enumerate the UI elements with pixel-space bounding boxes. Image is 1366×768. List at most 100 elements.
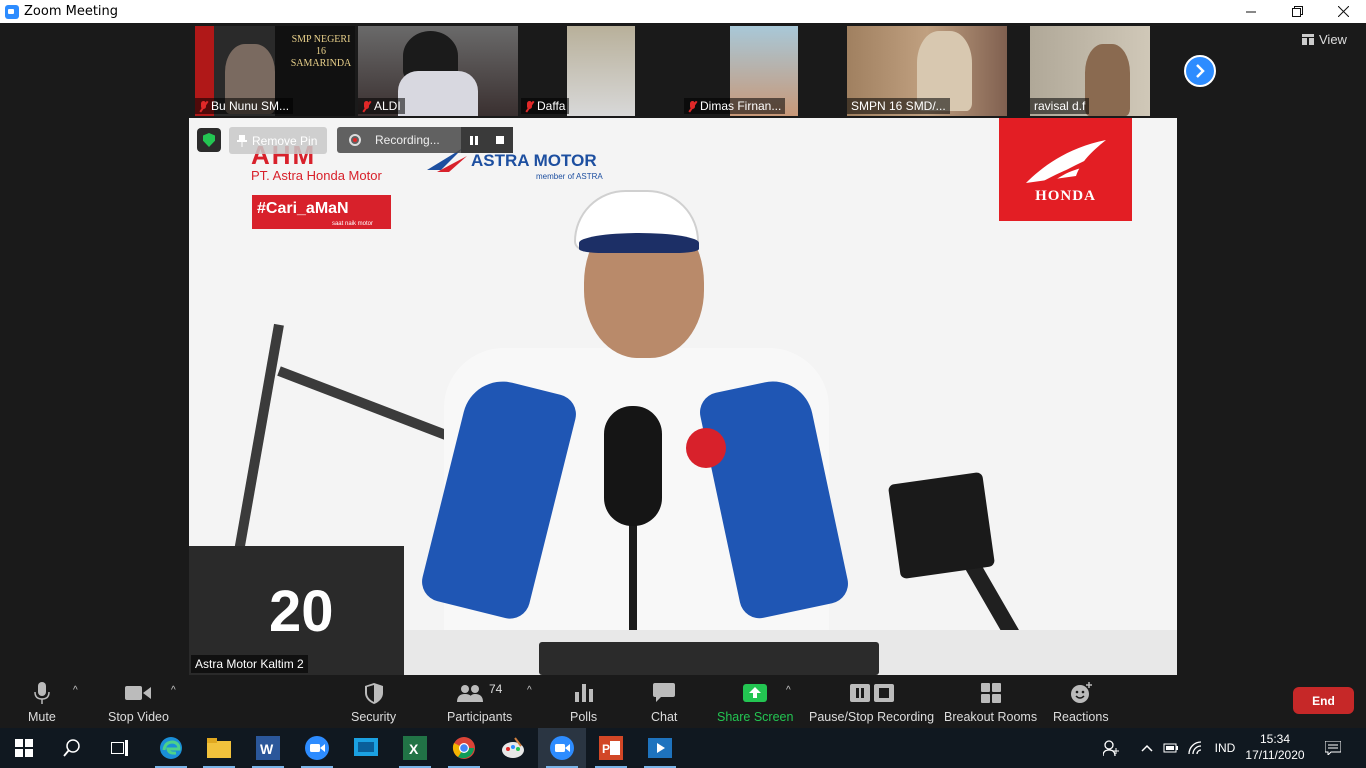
- share-options-caret[interactable]: ^: [786, 685, 791, 696]
- polls-button[interactable]: Polls: [570, 678, 597, 724]
- participant-thumbnail[interactable]: ravisal d.f: [1030, 26, 1150, 116]
- breakout-rooms-button[interactable]: Breakout Rooms: [944, 678, 1037, 724]
- stop-recording-button[interactable]: [487, 127, 513, 153]
- taskbar-file-explorer[interactable]: [195, 728, 243, 768]
- svg-text:W: W: [260, 741, 274, 757]
- participant-thumbnail[interactable]: Dimas Firnan...: [684, 26, 844, 116]
- zoom-icon: [305, 736, 329, 760]
- windows-start-icon: [15, 739, 33, 757]
- mic-stand: [629, 518, 637, 638]
- participant-thumbnail[interactable]: ALDI: [358, 26, 518, 116]
- taskbar-excel[interactable]: X: [391, 728, 439, 768]
- meeting-toolbar: Mute ^ Stop Video ^ Security 74 Particip…: [0, 675, 1366, 728]
- restore-button[interactable]: [1274, 0, 1320, 23]
- taskbar-zoom-meeting-active[interactable]: [538, 728, 586, 768]
- security-shield-icon: [364, 682, 383, 704]
- taskbar-paint[interactable]: [489, 728, 537, 768]
- stop-video-label: Stop Video: [108, 710, 169, 724]
- remote-desktop-icon: [354, 738, 378, 756]
- zoom-app-icon: [5, 4, 19, 19]
- recording-indicator: Recording...: [337, 127, 513, 153]
- taskbar-search-button[interactable]: [48, 728, 96, 768]
- participant-name-tag: SMPN 16 SMD/...: [847, 98, 950, 114]
- pin-icon: [237, 134, 247, 147]
- powerpoint-icon: P: [599, 736, 623, 760]
- cari-aman-badge: [686, 428, 726, 468]
- battery-tray-button[interactable]: [1161, 728, 1181, 768]
- network-tray-button[interactable]: [1186, 728, 1206, 768]
- clock-time: 15:34: [1259, 732, 1291, 746]
- taskbar-zoom[interactable]: [293, 728, 341, 768]
- pause-stop-recording-button[interactable]: Pause/Stop Recording: [809, 678, 934, 724]
- share-screen-button[interactable]: Share Screen: [717, 678, 793, 724]
- participant-thumbnail[interactable]: SMPN 16 SMD/...: [847, 26, 1007, 116]
- participant-thumbnail[interactable]: SMP NEGERI 16 SAMARINDA Bu Nunu SM...: [195, 26, 355, 116]
- svg-text:X: X: [409, 741, 419, 757]
- remove-pin-button[interactable]: Remove Pin: [229, 127, 327, 154]
- close-button[interactable]: [1320, 0, 1366, 23]
- chat-button[interactable]: Chat: [651, 678, 677, 724]
- taskbar-powerpoint[interactable]: P: [587, 728, 635, 768]
- breakout-rooms-icon: [980, 683, 1001, 703]
- taskbar-clock[interactable]: 15:34 17/11/2020: [1240, 731, 1310, 763]
- minimize-icon: [1246, 11, 1256, 12]
- wifi-icon: [1188, 741, 1202, 755]
- recording-icon: [349, 134, 361, 146]
- chevron-up-icon: [1141, 744, 1153, 752]
- taskbar-word[interactable]: W: [244, 728, 292, 768]
- task-view-button[interactable]: [96, 728, 144, 768]
- active-speaker-video[interactable]: 20 AHM PT. Astra Honda Motor ASTRA MOTOR…: [189, 118, 1177, 675]
- active-speaker-name: Astra Motor Kaltim 2: [191, 655, 308, 673]
- cari-aman-banner: #Cari_aMaN saat naik motor: [252, 195, 391, 229]
- battery-icon: [1163, 743, 1178, 753]
- file-explorer-icon: [207, 738, 231, 758]
- mute-label: Mute: [28, 710, 56, 724]
- security-label: Security: [351, 710, 397, 724]
- view-button[interactable]: View: [1302, 32, 1347, 47]
- participant-video-image: [567, 26, 635, 116]
- excel-icon: X: [403, 736, 427, 760]
- action-center-button[interactable]: [1320, 728, 1346, 768]
- honda-wing-icon: [1025, 140, 1106, 186]
- honda-wordmark: HONDA: [1035, 188, 1096, 204]
- muted-mic-icon: [525, 100, 534, 112]
- breakout-rooms-label: Breakout Rooms: [944, 710, 1038, 724]
- restore-icon: [1291, 6, 1303, 17]
- mute-button[interactable]: Mute: [28, 678, 56, 724]
- participants-button[interactable]: 74 Participants: [447, 678, 512, 724]
- input-language-indicator[interactable]: IND: [1210, 728, 1240, 768]
- taskbar-media[interactable]: [636, 728, 684, 768]
- encryption-shield-icon[interactable]: [197, 128, 221, 152]
- participant-thumbnail[interactable]: Daffa: [521, 26, 681, 116]
- stop-video-button[interactable]: Stop Video: [108, 678, 169, 724]
- stop-icon: [496, 136, 504, 144]
- taskbar-chrome[interactable]: [440, 728, 488, 768]
- honda-logo: HONDA: [999, 118, 1132, 221]
- mic-arm-post: [234, 323, 284, 553]
- participants-options-caret[interactable]: ^: [527, 685, 532, 696]
- audio-options-caret[interactable]: ^: [73, 685, 78, 696]
- zoom-meeting-window: Zoom Meeting SMP NEGERI 16 SAMARINDA Bu …: [0, 0, 1366, 768]
- show-hidden-icons-button[interactable]: [1137, 728, 1157, 768]
- school-logo-text: SMP NEGERI 16 SAMARINDA: [290, 34, 352, 69]
- pause-recording-button[interactable]: [461, 127, 487, 153]
- security-button[interactable]: Security: [351, 678, 396, 724]
- start-button[interactable]: [0, 728, 48, 768]
- reactions-label: Reactions: [1053, 710, 1109, 724]
- people-tray-button[interactable]: [1100, 728, 1122, 768]
- reactions-button[interactable]: Reactions: [1053, 678, 1109, 724]
- word-icon: W: [256, 736, 280, 760]
- video-options-caret[interactable]: ^: [171, 685, 176, 696]
- end-meeting-button[interactable]: End: [1293, 687, 1354, 714]
- minimize-button[interactable]: [1228, 0, 1274, 23]
- taskbar-remote-desktop[interactable]: [342, 728, 390, 768]
- participant-thumbnail-strip: SMP NEGERI 16 SAMARINDA Bu Nunu SM... AL…: [0, 23, 1366, 118]
- close-icon: [1337, 6, 1349, 17]
- next-page-button[interactable]: [1184, 55, 1216, 87]
- stop-recording-icon: [873, 684, 894, 702]
- window-title: Zoom Meeting: [24, 4, 119, 19]
- participant-video-image: [398, 71, 478, 116]
- participant-video-image: [1085, 44, 1130, 116]
- taskbar-edge[interactable]: [147, 728, 195, 768]
- presenter-cap-brim: [579, 233, 699, 253]
